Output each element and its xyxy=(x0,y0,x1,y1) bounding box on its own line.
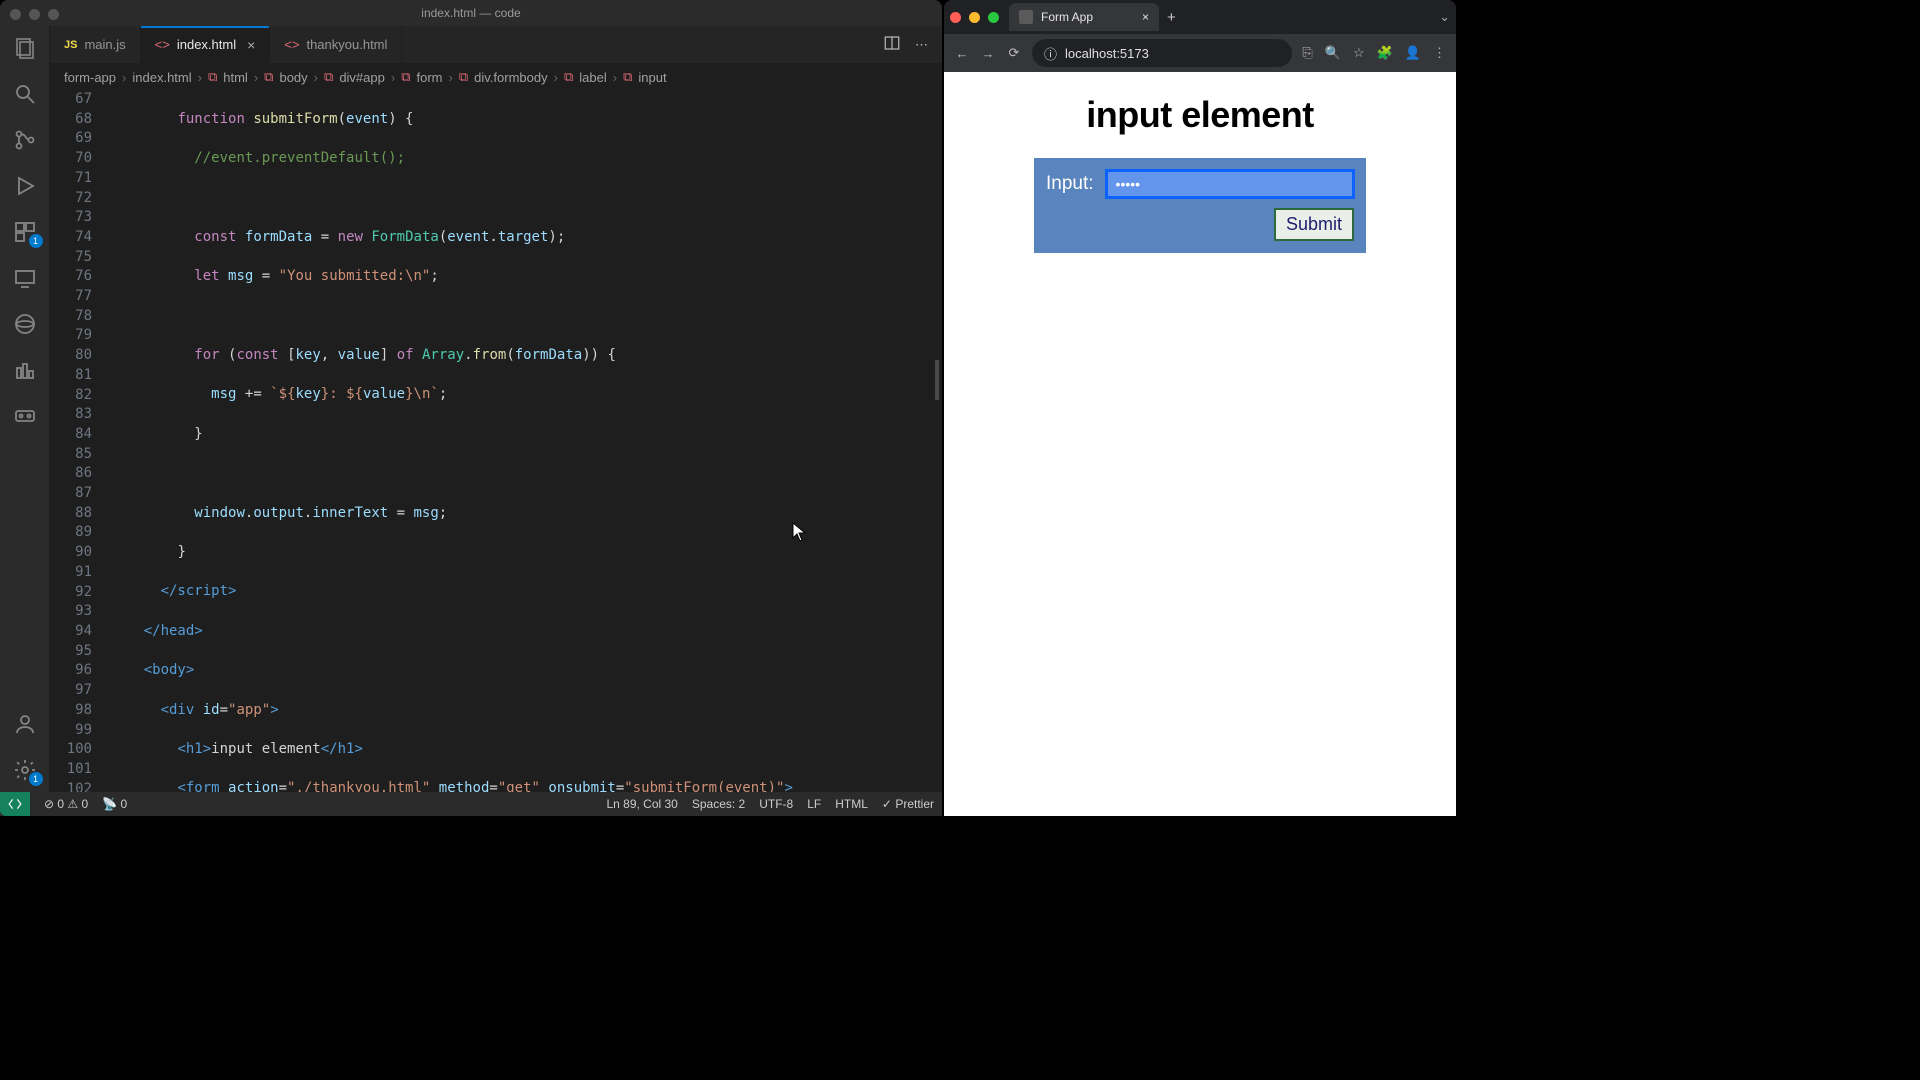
tab-overflow-icon[interactable]: ⌄ xyxy=(1439,9,1450,25)
browser-tabbar: Form App × + ⌄ xyxy=(944,0,1456,34)
minimize-dot[interactable] xyxy=(969,12,980,23)
remote-indicator[interactable] xyxy=(0,792,30,816)
code-editor[interactable]: 6768697071727374757677787980818283848586… xyxy=(50,90,942,792)
new-tab-button[interactable]: + xyxy=(1167,9,1176,26)
zoom-dot[interactable] xyxy=(48,9,59,20)
form-panel: Input: Submit xyxy=(1034,158,1366,253)
zoom-dot[interactable] xyxy=(988,12,999,23)
tab-index-html[interactable]: <> index.html × xyxy=(141,26,271,63)
browser-toolbar: ← → ⟳ ⓘ localhost:5173 ⎘ 🔍 ☆ 🧩 👤 ⋮ xyxy=(944,34,1456,72)
input-label: Input: xyxy=(1046,173,1094,195)
tab-thankyou-html[interactable]: <> thankyou.html xyxy=(270,26,402,63)
minimap[interactable] xyxy=(932,90,942,792)
run-debug-icon[interactable] xyxy=(13,174,37,198)
favicon-icon xyxy=(1019,10,1033,24)
more-actions-icon[interactable]: ⋯ xyxy=(915,37,928,53)
testing-icon[interactable] xyxy=(13,358,37,382)
encoding[interactable]: UTF-8 xyxy=(759,797,793,811)
explorer-icon[interactable] xyxy=(13,36,37,60)
minimize-dot[interactable] xyxy=(29,9,40,20)
activity-bar xyxy=(0,26,50,792)
forward-button[interactable]: → xyxy=(980,46,996,61)
line-gutter: 6768697071727374757677787980818283848586… xyxy=(50,90,110,792)
editor-tabs: JS main.js <> index.html × <> thankyou.h… xyxy=(50,26,942,64)
bookmark-icon[interactable]: ☆ xyxy=(1353,45,1365,61)
window-title: index.html — code xyxy=(0,0,942,26)
source-control-icon[interactable] xyxy=(13,128,37,152)
ports-icon[interactable] xyxy=(13,404,37,428)
code-content[interactable]: function submitForm(event) { //event.pre… xyxy=(110,90,942,792)
address-bar[interactable]: ⓘ localhost:5173 xyxy=(1032,39,1292,67)
breadcrumbs[interactable]: form-app› index.html› ⧉html› ⧉body› ⧉div… xyxy=(50,64,942,90)
indentation[interactable]: Spaces: 2 xyxy=(692,797,745,811)
tab-title: Form App xyxy=(1041,10,1093,24)
live-preview-icon[interactable] xyxy=(13,312,37,336)
close-tab-icon[interactable]: × xyxy=(247,37,255,53)
tab-label: thankyou.html xyxy=(306,37,387,52)
close-tab-icon[interactable]: × xyxy=(1142,10,1149,24)
formatter[interactable]: ✓ Prettier xyxy=(882,797,934,811)
split-editor-icon[interactable] xyxy=(883,34,901,55)
tab-main-js[interactable]: JS main.js xyxy=(50,26,141,63)
tab-label: main.js xyxy=(84,37,125,52)
cursor-position[interactable]: Ln 89, Col 30 xyxy=(606,797,677,811)
reload-button[interactable]: ⟳ xyxy=(1006,45,1022,61)
tab-label: index.html xyxy=(177,37,236,52)
problems-indicator[interactable]: ⊘ 0 ⚠ 0 xyxy=(44,797,88,811)
ports-indicator[interactable]: 📡 0 xyxy=(102,797,127,811)
vscode-window: index.html — code JS main.js <> xyxy=(0,0,942,816)
settings-gear-icon[interactable] xyxy=(13,758,37,782)
password-input[interactable] xyxy=(1106,170,1354,198)
browser-tab[interactable]: Form App × xyxy=(1009,3,1159,31)
browser-window: Form App × + ⌄ ← → ⟳ ⓘ localhost:5173 ⎘ … xyxy=(944,0,1456,816)
menu-icon[interactable]: ⋮ xyxy=(1433,45,1446,61)
status-bar: ⊘ 0 ⚠ 0 📡 0 Ln 89, Col 30 Spaces: 2 UTF-… xyxy=(0,792,942,816)
url-text: localhost:5173 xyxy=(1065,46,1149,61)
traffic-lights xyxy=(10,9,59,20)
zoom-icon[interactable]: 🔍 xyxy=(1325,45,1341,61)
language-mode[interactable]: HTML xyxy=(835,797,868,811)
browser-viewport: input element Input: Submit xyxy=(944,72,1456,816)
remote-explorer-icon[interactable] xyxy=(13,266,37,290)
close-dot[interactable] xyxy=(950,12,961,23)
submit-button[interactable]: Submit xyxy=(1274,208,1354,241)
extensions-icon[interactable] xyxy=(13,220,37,244)
site-info-icon[interactable]: ⓘ xyxy=(1044,44,1057,63)
extensions-icon[interactable]: 🧩 xyxy=(1377,45,1393,61)
close-dot[interactable] xyxy=(10,9,21,20)
password-icon[interactable]: ⎘ xyxy=(1302,45,1312,61)
account-icon[interactable] xyxy=(13,712,37,736)
search-icon[interactable] xyxy=(13,82,37,106)
page-heading: input element xyxy=(962,94,1438,136)
back-button[interactable]: ← xyxy=(954,46,970,61)
profile-icon[interactable]: 👤 xyxy=(1405,45,1421,61)
eol[interactable]: LF xyxy=(807,797,821,811)
